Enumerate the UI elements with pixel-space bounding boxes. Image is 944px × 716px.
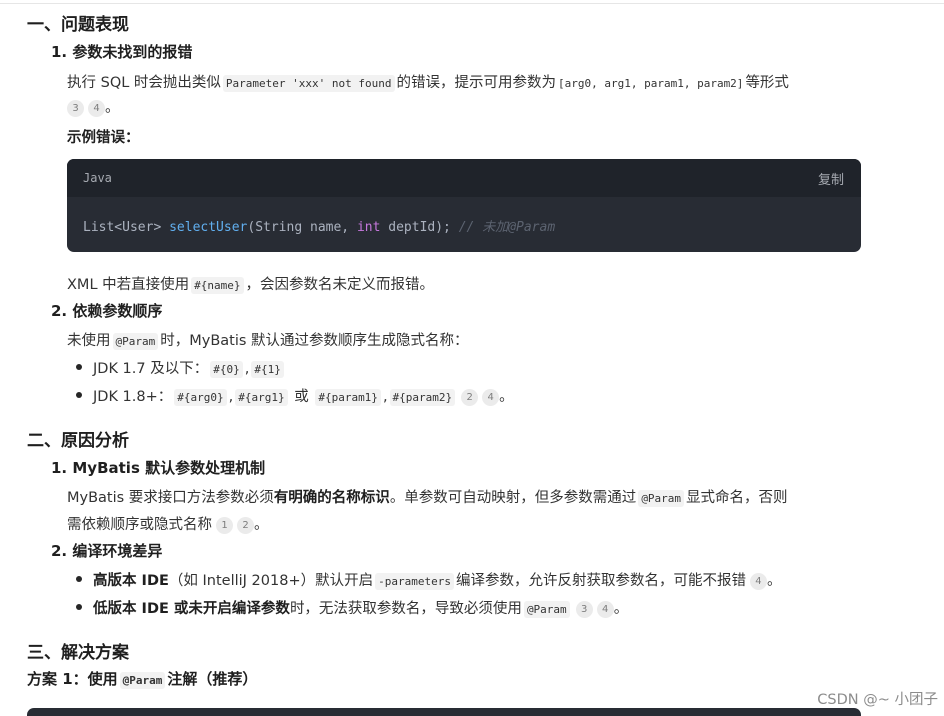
section-title-problem: 一、问题表现 (27, 15, 129, 35)
citation-badge[interactable]: 2 (237, 517, 254, 534)
citation-badge[interactable]: 2 (461, 389, 479, 406)
bullet-dot (76, 364, 82, 370)
solution-1-title: 方案 1：使用 @Param 注解（推荐） (27, 668, 257, 689)
list-number: 2. (51, 302, 68, 320)
inline-code: [arg0, arg1, param1, param2] (558, 77, 744, 90)
text: 等形式 (745, 75, 789, 91)
text: 注解（推荐） (167, 670, 258, 688)
inline-code: @Param (523, 601, 570, 618)
section-title-causes: 二、原因分析 (27, 431, 129, 451)
inline-code: @Param (638, 490, 685, 507)
text: JDK 1.8+： (93, 389, 173, 405)
text: 。 (766, 573, 782, 589)
code-token: (String name, (247, 220, 357, 235)
list-item-compile-env: 2. 编译环境差异 (51, 540, 162, 561)
inline-code: -parameters (375, 573, 454, 590)
copy-button[interactable]: 复制 (818, 169, 844, 188)
list-item-param-order: 2. 依赖参数顺序 (51, 300, 162, 321)
bullet-jdk17: JDK 1.7 及以下： #{0}, #{1} (93, 357, 286, 378)
paragraph-xml-usage: XML 中若直接使用 #{name} ，会因参数名未定义而报错。 (67, 273, 434, 294)
list-item-title: 参数未找到的报错 (72, 43, 193, 61)
list-number: 1. (51, 43, 68, 61)
bold-text: 低版本 IDE 或未开启编译参数 (93, 601, 290, 617)
citation-badge[interactable]: 4 (749, 573, 767, 590)
citation-badge[interactable]: 3 (67, 100, 84, 117)
citation-badge[interactable]: 4 (482, 389, 500, 406)
text: , (228, 389, 234, 405)
code-language-label: Java (83, 171, 112, 185)
text: 编译参数，允许反射获取参数名，可能不报错 (455, 573, 746, 589)
code-block-header: Java 复制 (67, 159, 861, 197)
text: （如 IntelliJ 2018+）默认开启 (168, 573, 374, 589)
paragraph-mechanism: MyBatis 要求接口方法参数必须有明确的名称标识。单参数可自动映射，但多参数… (67, 486, 788, 507)
bullet-low-ide: 低版本 IDE 或未开启编译参数时，无法获取参数名，导致必须使用 @Param 3 4… (93, 597, 628, 618)
code-token: List<User> (83, 220, 170, 235)
list-item-default-mechanism: 1. MyBatis 默认参数处理机制 (51, 457, 265, 478)
text: 方案 1：使用 (27, 670, 118, 688)
code-token-keyword: int (356, 220, 381, 235)
text: 未使用 (67, 333, 111, 349)
inline-code: @Param (112, 333, 159, 350)
text: 时，MyBatis 默认通过参数顺序生成隐式名称： (160, 333, 469, 349)
bullet-high-ide: 高版本 IDE（如 IntelliJ 2018+）默认开启 -parameters… (93, 569, 781, 590)
text: ，会因参数名未定义而报错。 (245, 277, 435, 293)
bold-text: 有明确的名称标识 (273, 490, 390, 506)
top-divider (0, 3, 944, 4)
list-item-title: MyBatis 默认参数处理机制 (72, 459, 266, 477)
section-title-solutions: 三、解决方案 (27, 643, 129, 663)
citation-badge[interactable]: 4 (596, 601, 614, 618)
text: 或 (294, 389, 309, 405)
inline-code: #{param1} (315, 389, 381, 406)
text: 的错误，提示可用参数为 (396, 75, 557, 91)
bullet-dot (76, 576, 82, 582)
next-code-block-edge (27, 708, 861, 716)
code-block: Java 复制 List<User> selectUser(String nam… (67, 159, 861, 252)
text: 。 (254, 517, 269, 533)
text: JDK 1.7 及以下： (93, 361, 209, 377)
list-item-missing-param: 1. 参数未找到的报错 (51, 41, 192, 62)
inline-code: Parameter 'xxx' not found (222, 75, 395, 92)
code-token: deptId); (380, 220, 459, 235)
paragraph-mechanism-cont: 需依赖顺序或隐式名称 1 2。 (67, 513, 269, 534)
inline-code: #{arg0} (174, 389, 227, 406)
text: , (244, 361, 250, 377)
example-label: 示例错误： (67, 130, 140, 146)
inline-code: #{0} (210, 361, 243, 378)
inline-code: #{arg1} (235, 389, 288, 406)
code-token-function: selectUser (169, 220, 248, 235)
bold-text: 高版本 IDE (93, 573, 169, 589)
watermark: CSDN @~ 小团子 (817, 692, 938, 708)
list-item-title: 依赖参数顺序 (72, 302, 163, 320)
text: MyBatis 要求接口方法参数必须 (67, 490, 274, 506)
list-item-title: 编译环境差异 (72, 542, 163, 560)
text: 显式命名，否则 (686, 490, 788, 506)
text: 。单参数可自动映射，但多参数需通过 (389, 490, 637, 506)
inline-code: #{1} (251, 361, 284, 378)
list-number: 2. (51, 542, 68, 560)
inline-code: #{name} (191, 277, 244, 294)
text: 。 (499, 389, 514, 405)
bullet-dot (76, 604, 82, 610)
bullet-jdk18: JDK 1.8+： #{arg0}, #{arg1} 或 #{param1}, #{p… (93, 385, 514, 406)
inline-code: @Param (119, 672, 166, 689)
list-number: 1. (51, 459, 68, 477)
bullet-dot (76, 392, 82, 398)
code-line: List<User> selectUser(String name, int d… (83, 216, 555, 235)
text: 执行 SQL 时会抛出类似 (67, 75, 221, 91)
inline-code: #{param2} (389, 389, 456, 406)
text: 。 (105, 100, 120, 116)
paragraph-implicit-names: 未使用 @Param 时，MyBatis 默认通过参数顺序生成隐式名称： (67, 329, 469, 350)
paragraph-error-description: 执行 SQL 时会抛出类似 Parameter 'xxx' not found 的错… (67, 71, 789, 92)
citation-badge[interactable]: 3 (575, 601, 593, 618)
text: 时，无法获取参数名，导致必须使用 (289, 601, 522, 617)
text: , (382, 389, 388, 405)
text: 需依赖顺序或隐式名称 (67, 517, 212, 533)
text: 。 (613, 601, 629, 617)
code-token-comment: // 未加@Param (458, 220, 556, 235)
text: XML 中若直接使用 (67, 277, 190, 293)
citation-badge[interactable]: 4 (88, 100, 105, 117)
citation-badge[interactable]: 1 (216, 517, 233, 534)
paragraph-citations: 3 4。 (63, 96, 120, 117)
